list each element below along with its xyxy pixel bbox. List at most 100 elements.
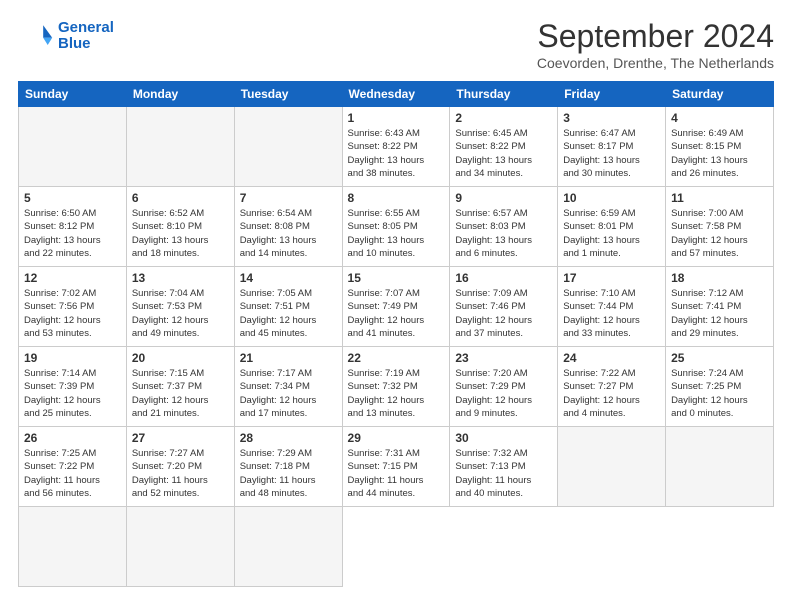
- day-number: 29: [348, 431, 445, 445]
- table-row: [666, 427, 774, 507]
- table-row: 2 Sunrise: 6:45 AM Sunset: 8:22 PM Daylig…: [450, 107, 558, 187]
- day-info: Sunrise: 7:27 AM Sunset: 7:20 PM Dayligh…: [132, 447, 229, 500]
- day-number: 3: [563, 111, 660, 125]
- title-block: September 2024 Coevorden, Drenthe, The N…: [537, 18, 774, 71]
- day-info: Sunrise: 7:29 AM Sunset: 7:18 PM Dayligh…: [240, 447, 337, 500]
- month-title: September 2024: [537, 18, 774, 55]
- table-row: 17 Sunrise: 7:10 AM Sunset: 7:44 PM Dayli…: [558, 267, 666, 347]
- calendar-week-row: 12Sunrise: 7:02 AM Sunset: 7:56 PM Dayli…: [19, 267, 774, 347]
- table-row: 3 Sunrise: 6:47 AM Sunset: 8:17 PM Daylig…: [558, 107, 666, 187]
- col-thursday: Thursday: [450, 82, 558, 107]
- calendar-week-row: 26 Sunrise: 7:25 AM Sunset: 7:22 PM Dayli…: [19, 427, 774, 507]
- day-number: 27: [132, 431, 229, 445]
- col-wednesday: Wednesday: [342, 82, 450, 107]
- header: General Blue September 2024 Coevorden, D…: [18, 18, 774, 71]
- table-row: 18Sunrise: 7:12 AM Sunset: 7:41 PM Dayli…: [666, 267, 774, 347]
- day-number: 8: [348, 191, 445, 205]
- page: General Blue September 2024 Coevorden, D…: [0, 0, 792, 612]
- day-info: Sunrise: 6:50 AM Sunset: 8:12 PM Dayligh…: [24, 207, 121, 260]
- logo-text: General Blue: [58, 20, 114, 53]
- table-row: 20 Sunrise: 7:15 AM Sunset: 7:37 PM Dayli…: [126, 347, 234, 427]
- table-row: 5 Sunrise: 6:50 AM Sunset: 8:12 PM Daylig…: [19, 187, 127, 267]
- day-number: 4: [671, 111, 768, 125]
- day-info: Sunrise: 6:55 AM Sunset: 8:05 PM Dayligh…: [348, 207, 445, 260]
- day-number: 24: [563, 351, 660, 365]
- day-number: 30: [455, 431, 552, 445]
- table-row: 16Sunrise: 7:09 AM Sunset: 7:46 PM Dayli…: [450, 267, 558, 347]
- table-row: 24 Sunrise: 7:22 AM Sunset: 7:27 PM Dayli…: [558, 347, 666, 427]
- col-tuesday: Tuesday: [234, 82, 342, 107]
- table-row: 19 Sunrise: 7:14 AM Sunset: 7:39 PM Dayli…: [19, 347, 127, 427]
- day-info: Sunrise: 7:31 AM Sunset: 7:15 PM Dayligh…: [348, 447, 445, 500]
- table-row: 29 Sunrise: 7:31 AM Sunset: 7:15 PM Dayli…: [342, 427, 450, 507]
- day-number: 25: [671, 351, 768, 365]
- table-row: 1Sunrise: 6:43 AM Sunset: 8:22 PM Daylig…: [342, 107, 450, 187]
- location: Coevorden, Drenthe, The Netherlands: [537, 55, 774, 71]
- day-info: Sunrise: 6:54 AM Sunset: 8:08 PM Dayligh…: [240, 207, 337, 260]
- table-row: 10Sunrise: 6:59 AM Sunset: 8:01 PM Dayli…: [558, 187, 666, 267]
- table-row: 8 Sunrise: 6:55 AM Sunset: 8:05 PM Daylig…: [342, 187, 450, 267]
- day-info: Sunrise: 7:24 AM Sunset: 7:25 PM Dayligh…: [671, 367, 768, 420]
- day-number: 19: [24, 351, 121, 365]
- col-saturday: Saturday: [666, 82, 774, 107]
- table-row: 30 Sunrise: 7:32 AM Sunset: 7:13 PM Dayli…: [450, 427, 558, 507]
- day-number: 28: [240, 431, 337, 445]
- table-row: 22Sunrise: 7:19 AM Sunset: 7:32 PM Dayli…: [342, 347, 450, 427]
- table-row: 4Sunrise: 6:49 AM Sunset: 8:15 PM Daylig…: [666, 107, 774, 187]
- day-info: Sunrise: 7:25 AM Sunset: 7:22 PM Dayligh…: [24, 447, 121, 500]
- day-info: Sunrise: 6:47 AM Sunset: 8:17 PM Dayligh…: [563, 127, 660, 180]
- day-number: 15: [348, 271, 445, 285]
- table-row: [19, 107, 127, 187]
- calendar-week-row: [19, 507, 774, 587]
- day-number: 2: [455, 111, 552, 125]
- table-row: 6 Sunrise: 6:52 AM Sunset: 8:10 PM Daylig…: [126, 187, 234, 267]
- col-monday: Monday: [126, 82, 234, 107]
- table-row: 23 Sunrise: 7:20 AM Sunset: 7:29 PM Dayli…: [450, 347, 558, 427]
- table-row: 26 Sunrise: 7:25 AM Sunset: 7:22 PM Dayli…: [19, 427, 127, 507]
- table-row: [126, 507, 234, 587]
- table-row: 28 Sunrise: 7:29 AM Sunset: 7:18 PM Dayli…: [234, 427, 342, 507]
- col-friday: Friday: [558, 82, 666, 107]
- logo: General Blue: [18, 18, 114, 54]
- table-row: 14Sunrise: 7:05 AM Sunset: 7:51 PM Dayli…: [234, 267, 342, 347]
- day-number: 12: [24, 271, 121, 285]
- day-info: Sunrise: 7:14 AM Sunset: 7:39 PM Dayligh…: [24, 367, 121, 420]
- day-info: Sunrise: 7:20 AM Sunset: 7:29 PM Dayligh…: [455, 367, 552, 420]
- table-row: 13 Sunrise: 7:04 AM Sunset: 7:53 PM Dayli…: [126, 267, 234, 347]
- day-number: 23: [455, 351, 552, 365]
- table-row: 12Sunrise: 7:02 AM Sunset: 7:56 PM Dayli…: [19, 267, 127, 347]
- day-number: 7: [240, 191, 337, 205]
- day-number: 17: [563, 271, 660, 285]
- day-number: 6: [132, 191, 229, 205]
- day-info: Sunrise: 7:10 AM Sunset: 7:44 PM Dayligh…: [563, 287, 660, 340]
- day-info: Sunrise: 7:12 AM Sunset: 7:41 PM Dayligh…: [671, 287, 768, 340]
- day-number: 26: [24, 431, 121, 445]
- table-row: 7 Sunrise: 6:54 AM Sunset: 8:08 PM Daylig…: [234, 187, 342, 267]
- table-row: [126, 107, 234, 187]
- weekday-header-row: Sunday Monday Tuesday Wednesday Thursday…: [19, 82, 774, 107]
- day-info: Sunrise: 7:22 AM Sunset: 7:27 PM Dayligh…: [563, 367, 660, 420]
- day-number: 20: [132, 351, 229, 365]
- day-info: Sunrise: 7:07 AM Sunset: 7:49 PM Dayligh…: [348, 287, 445, 340]
- calendar-week-row: 1Sunrise: 6:43 AM Sunset: 8:22 PM Daylig…: [19, 107, 774, 187]
- calendar-week-row: 19 Sunrise: 7:14 AM Sunset: 7:39 PM Dayli…: [19, 347, 774, 427]
- day-number: 21: [240, 351, 337, 365]
- day-info: Sunrise: 7:09 AM Sunset: 7:46 PM Dayligh…: [455, 287, 552, 340]
- table-row: 27 Sunrise: 7:27 AM Sunset: 7:20 PM Dayli…: [126, 427, 234, 507]
- day-number: 14: [240, 271, 337, 285]
- day-info: Sunrise: 7:15 AM Sunset: 7:37 PM Dayligh…: [132, 367, 229, 420]
- table-row: [558, 427, 666, 507]
- logo-icon: [18, 18, 54, 54]
- table-row: 21Sunrise: 7:17 AM Sunset: 7:34 PM Dayli…: [234, 347, 342, 427]
- day-info: Sunrise: 6:45 AM Sunset: 8:22 PM Dayligh…: [455, 127, 552, 180]
- day-info: Sunrise: 7:04 AM Sunset: 7:53 PM Dayligh…: [132, 287, 229, 340]
- day-number: 13: [132, 271, 229, 285]
- day-number: 5: [24, 191, 121, 205]
- calendar-table: Sunday Monday Tuesday Wednesday Thursday…: [18, 81, 774, 587]
- day-info: Sunrise: 6:59 AM Sunset: 8:01 PM Dayligh…: [563, 207, 660, 260]
- table-row: [234, 107, 342, 187]
- day-number: 22: [348, 351, 445, 365]
- day-info: Sunrise: 6:52 AM Sunset: 8:10 PM Dayligh…: [132, 207, 229, 260]
- day-info: Sunrise: 7:32 AM Sunset: 7:13 PM Dayligh…: [455, 447, 552, 500]
- table-row: 9Sunrise: 6:57 AM Sunset: 8:03 PM Daylig…: [450, 187, 558, 267]
